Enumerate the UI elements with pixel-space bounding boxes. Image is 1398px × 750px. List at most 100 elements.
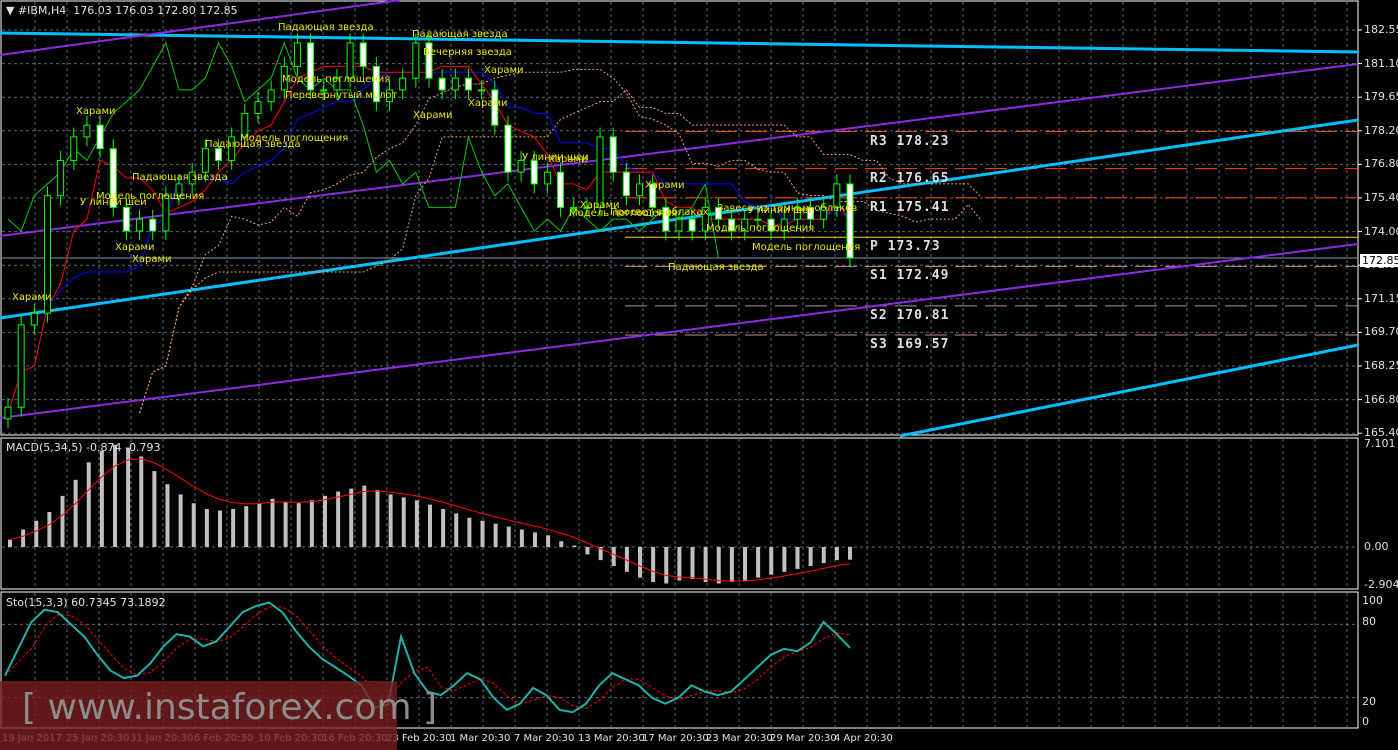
candle-body [122,206,130,232]
macd-bar [336,491,341,547]
pattern-label: Харами [468,98,508,109]
date-axis-label: 29 Mar 20:30 [770,733,837,744]
date-axis-label: 7 Mar 20:30 [514,733,575,744]
candle-body [30,312,38,326]
stoch-axis-0: 0 [1362,715,1369,728]
macd-bar [848,547,852,560]
macd-bar [8,539,12,547]
pattern-label: У линии шеи [80,197,147,208]
date-axis-label: 13 Mar 20:30 [578,733,645,744]
macd-bar [73,479,78,547]
chart-legend: ▼ #IBM,H4 176.03 176.03 172.80 172.85 [6,4,238,17]
pattern-label: Модель поглощения [706,223,815,234]
candle-body [136,218,144,232]
macd-bar [388,494,393,547]
macd-bar [729,547,734,583]
macd-bar [664,547,669,584]
pattern-label: Харами [115,242,155,253]
pivot-label-s2: S2 170.81 [870,307,950,323]
macd-bar [152,471,157,547]
candle-body [636,183,643,197]
symbol-label: #IBM,H4 [17,4,67,17]
price-axis-label: 178.20 [1364,123,1398,137]
macd-bar [126,447,131,547]
candle-body [4,406,12,420]
stoch-axis-100: 100 [1362,594,1383,607]
pattern-label: Харами [12,292,52,303]
macd-bar [349,488,354,547]
macd-bar [782,547,787,572]
candle-body [530,159,538,185]
stoch-legend: Sto(15,3,3) 60.7345 73.1892 [6,596,166,609]
candle-body [675,218,683,232]
date-axis-label: 1 Mar 20:30 [450,733,511,744]
macd-bar [716,547,721,584]
candle-body [609,136,617,173]
macd-bar [638,547,642,578]
candle-body [399,77,407,91]
macd-bar [519,529,524,547]
macd-bar [218,510,222,547]
macd-bar [428,504,432,547]
candle-body [504,124,512,173]
candle-body [688,218,696,232]
macd-bar [47,511,52,547]
macd-bar [651,547,656,583]
date-axis-label: 4 Apr 20:30 [834,733,893,744]
candle-body [543,171,551,185]
dropdown-icon[interactable]: ▼ [6,4,14,17]
pivot-label-r1: R1 175.41 [870,199,950,215]
candle-body [596,136,604,208]
macd-bar [467,517,472,547]
watermark: [ www.instaforex.com ] [0,681,437,750]
pattern-label: Харами [413,110,453,121]
pattern-label: У линии шеи [748,205,815,216]
candle-body [438,77,446,91]
candle-body [57,159,65,197]
price-axis-label: 175.40 [1364,191,1398,204]
pattern-label: Перевернутый молот [285,90,398,101]
macd-bar [506,526,511,547]
price-axis-label: 168.25 [1364,359,1398,372]
macd-bar [441,509,446,547]
macd-bar [585,547,590,555]
date-axis-label: 17 Mar 20:30 [642,733,709,744]
macd-bar [204,509,209,547]
macd-bar [808,547,813,566]
pivot-label-s3: S3 169.57 [870,337,950,353]
macd-axis-min: -2.904 [1364,578,1398,591]
pattern-label: Харами [484,65,524,76]
pattern-label: Харами [580,200,620,211]
stoch-axis-80: 80 [1362,615,1376,628]
candle-body [17,324,25,408]
macd-bar [611,547,616,566]
pattern-label: Харами [76,106,116,117]
pattern-label: Падающая звезда [668,262,764,273]
pattern-label: Вечерняя звезда [423,47,512,58]
chart-canvas [0,0,1362,729]
macd-bar [257,503,262,547]
candle-body [557,171,565,208]
macd-bar [703,547,708,583]
macd-bar [34,520,39,547]
macd-bar [756,547,761,578]
candle-body [201,148,209,173]
macd-bar [572,545,577,547]
pattern-label: Падающая звезда [278,22,374,33]
macd-bar [769,547,774,575]
macd-legend: MACD(5,34,5) -0.874 -0.793 [6,441,161,454]
ohlc-values: 176.03 176.03 172.80 172.85 [73,4,238,17]
macd-bar [21,529,26,547]
macd-bar [244,506,249,547]
pivot-label-r2: R2 176.65 [870,170,950,186]
candle-body [293,42,301,67]
pattern-label: Падающая звезда [205,139,301,150]
macd-bar [139,456,144,547]
trend-line [899,343,1359,438]
candle-body [478,89,486,92]
macd-bar [821,547,826,564]
pattern-label: Модель поглощения [282,74,391,85]
pivot-label-s1: S1 172.49 [870,268,950,284]
macd-axis-zero: 0.00 [1364,540,1389,553]
macd-bar [270,498,275,547]
